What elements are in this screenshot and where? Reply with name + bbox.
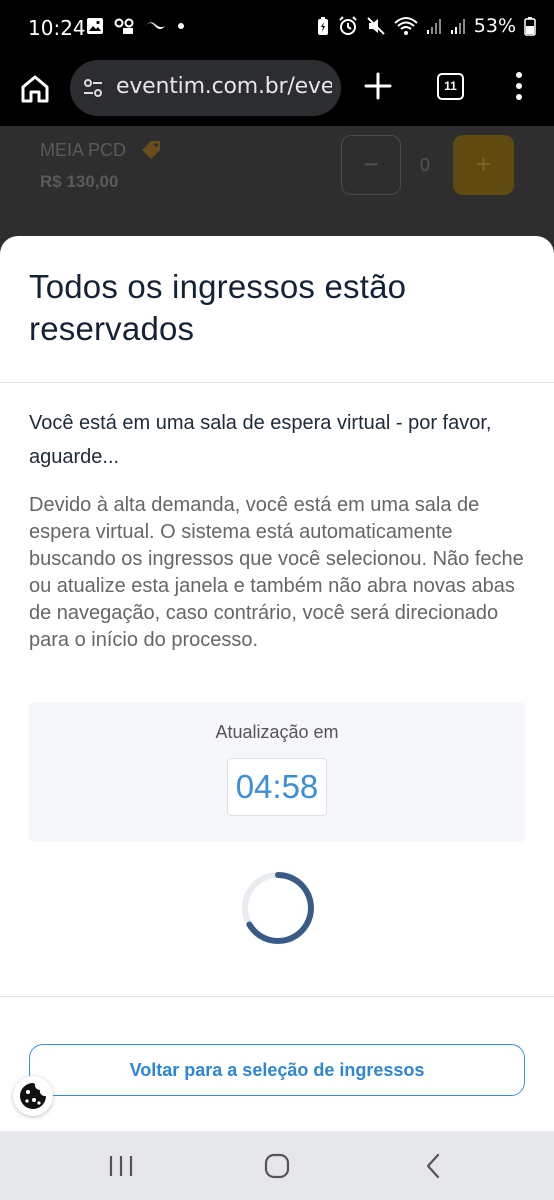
tag-icon <box>142 141 160 159</box>
ticket-quantity: 0 <box>420 155 431 175</box>
signal-icon <box>426 19 441 34</box>
signal-icon <box>450 19 465 34</box>
back-icon[interactable] <box>423 1153 443 1179</box>
countdown-timer: 04:58 <box>227 758 327 816</box>
battery-saver-icon <box>317 17 328 35</box>
tab-switcher-button[interactable]: 11 <box>437 73 464 100</box>
dot-icon <box>178 23 184 29</box>
battery-icon <box>524 17 536 36</box>
status-time: 10:24 <box>28 16 86 40</box>
modal-body-text: Devido à alta demanda, você está em uma … <box>29 494 524 651</box>
recent-apps-icon[interactable] <box>108 1155 134 1177</box>
divider <box>0 382 554 383</box>
back-to-ticket-selection-button[interactable]: Voltar para a seleção de ingressos <box>29 1044 525 1096</box>
timer-label: Atualização em <box>215 722 339 742</box>
voicemail-icon <box>114 18 134 34</box>
ticket-price: R$ 130,00 <box>40 172 119 191</box>
waiting-room-modal: Todos os ingressos estão reservados Você… <box>0 236 554 1131</box>
wifi-icon <box>394 17 418 35</box>
url-bar[interactable]: eventim.com.br/even <box>70 60 341 116</box>
increase-quantity-button: + <box>453 135 514 195</box>
browser-toolbar: eventim.com.br/even 11 <box>0 58 554 126</box>
url-text[interactable]: eventim.com.br/even <box>116 74 332 99</box>
timer-box: Atualização em 04:58 <box>29 702 525 842</box>
modal-title: Todos os ingressos estão reservados <box>29 268 407 347</box>
image-icon <box>87 18 103 34</box>
ticket-name: MEIA PCD <box>40 140 127 160</box>
alarm-icon <box>339 16 357 35</box>
more-vert-icon[interactable] <box>510 70 528 102</box>
status-bar: 10:24 53% <box>0 0 554 58</box>
decrease-quantity-button: − <box>341 135 401 195</box>
plus-icon[interactable] <box>362 70 394 102</box>
divider <box>0 996 554 997</box>
system-nav-bar <box>0 1131 554 1200</box>
battery-percent: 53% <box>473 15 516 37</box>
messenger-icon <box>145 22 165 29</box>
cookie-icon <box>20 1083 46 1109</box>
modal-subtitle: Você está em uma sala de espera virtual … <box>29 412 492 468</box>
loading-spinner-icon <box>242 872 314 944</box>
mute-icon <box>367 17 385 35</box>
home-icon[interactable] <box>18 72 52 106</box>
home-nav-icon[interactable] <box>264 1153 290 1179</box>
cookie-settings-button[interactable] <box>13 1076 53 1116</box>
tune-icon[interactable] <box>82 77 104 99</box>
